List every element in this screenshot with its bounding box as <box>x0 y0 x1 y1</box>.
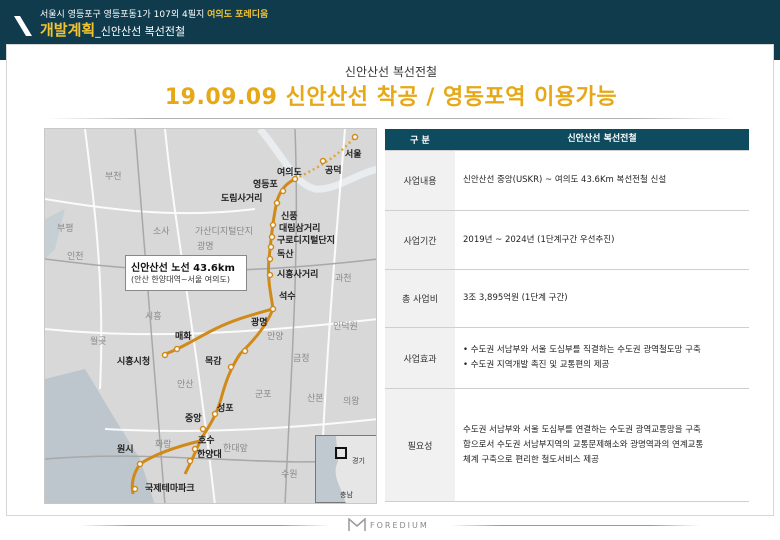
table-header-row: 구 분 신안산선 복선전철 <box>385 129 749 151</box>
footer-brand-text: FOREDIUM <box>370 520 429 530</box>
region-label: 충남 <box>340 491 353 499</box>
row-key: 사업내용 <box>385 151 455 210</box>
station-label: 원시 <box>117 445 134 455</box>
brand-logo-icon <box>14 16 32 36</box>
station-label: 국제테마파크 <box>145 484 195 494</box>
callout-title: 신안산선 노선 43.6km <box>131 263 235 274</box>
region-label: 과천 <box>335 274 352 284</box>
row-line: 수도권 서남부와 서울 도심부를 연결하는 수도권 광역교통망을 구축 <box>463 424 701 435</box>
station-label: 서울 <box>345 150 362 160</box>
table-row: 필요성 수도권 서남부와 서울 도심부를 연결하는 수도권 광역교통망을 구축 … <box>385 389 749 502</box>
row-value: 3조 3,895억원 (1단계 구간) <box>455 270 749 327</box>
station-label: 호수 <box>198 436 215 446</box>
route-callout: 신안산선 노선 43.6km (안산 한양대역~서울 여의도) <box>125 255 247 291</box>
headline-divider <box>47 118 735 119</box>
region-label: 안양 <box>267 332 284 342</box>
row-key: 사업효과 <box>385 328 455 388</box>
row-value: • 수도권 서남부와 서울 도심부를 직결하는 수도권 광역철도망 구축 • 수… <box>455 328 749 388</box>
row-line: 체계 구축으로 편리한 철도서비스 제공 <box>463 454 599 465</box>
station-label: 구로디지털단지 <box>277 236 335 246</box>
region-label: 소사 <box>153 227 170 237</box>
region-label: 의왕 <box>343 397 360 407</box>
station-label: 중앙 <box>185 414 202 424</box>
table-row: 사업내용 신안산선 중앙(USKR) ~ 여의도 43.6Km 복선전철 신설 <box>385 151 749 211</box>
station-label: 목감 <box>205 357 222 367</box>
station-label: 시흥사거리 <box>277 270 319 280</box>
footer-brand: FOREDIUM <box>348 518 429 532</box>
station-label: 광명 <box>251 318 268 328</box>
station-label: 독산 <box>277 250 294 260</box>
table-header-key: 구 분 <box>385 129 455 150</box>
region-label: 시흥 <box>145 312 162 322</box>
row-line: 함으로서 수도권 서남부지역의 교통문제해소와 광명역과의 연계교통 <box>463 439 704 450</box>
page-headline: 19.09.09 신안산선 착공 / 영동포역 이용가능 <box>164 85 618 110</box>
station-label: 한양대 <box>197 450 222 460</box>
row-key: 필요성 <box>385 389 455 501</box>
row-value: 신안산선 중앙(USKR) ~ 여의도 43.6Km 복선전철 신설 <box>455 151 749 210</box>
callout-subtitle: (안산 한양대역~서울 여의도) <box>131 275 230 284</box>
region-label: 부평 <box>57 224 74 234</box>
row-line: 2019년 ~ 2024년 (1단계구간 우선추진) <box>463 234 615 245</box>
station-label: 매화 <box>175 332 192 342</box>
region-label: 수원 <box>281 470 298 480</box>
region-label: 안산 <box>177 380 194 390</box>
title-main: 개발계획 <box>40 21 96 39</box>
content-panel: 신안산선 복선전철 19.09.09 신안산선 착공 / 영동포역 이용가능 부… <box>6 44 774 516</box>
table-header-value: 신안산선 복선전철 <box>455 129 749 150</box>
table-row: 사업기간 2019년 ~ 2024년 (1단계구간 우선추진) <box>385 211 749 270</box>
station-label: 여의도 <box>277 168 302 178</box>
table-row: 사업효과 • 수도권 서남부와 서울 도심부를 직결하는 수도권 광역철도망 구… <box>385 328 749 389</box>
row-value: 수도권 서남부와 서울 도심부를 연결하는 수도권 광역교통망을 구축 함으로서… <box>455 389 749 501</box>
station-label: 도림사거리 <box>221 194 263 204</box>
route-map: 부천 소사 가산디지털단지 광명 인천 과천 부평 인덕원 시흥 월곶 안양 금… <box>44 128 377 504</box>
footer-divider-right <box>450 525 700 526</box>
locator-inset-map: 경기 충남 <box>315 435 376 503</box>
row-key: 사업기간 <box>385 211 455 269</box>
foredium-logo-icon <box>348 518 366 531</box>
region-label: 화랑 <box>155 440 172 450</box>
station-label: 석수 <box>279 292 296 302</box>
station-label: 성포 <box>217 404 234 414</box>
address-highlight: 여의도 포레디움 <box>207 10 269 20</box>
station-label: 공덕 <box>325 166 342 176</box>
title-sub: _신안산선 복선전철 <box>95 25 186 38</box>
region-label: 월곶 <box>90 337 107 347</box>
region-label: 부천 <box>105 172 122 182</box>
region-label: 금정 <box>293 354 310 364</box>
region-label: 한대앞 <box>223 444 248 454</box>
region-label: 군포 <box>255 390 272 400</box>
station-label: 영등포 <box>253 180 278 190</box>
region-label: 인천 <box>67 252 84 262</box>
row-line: • 수도권 서남부와 서울 도심부를 직결하는 수도권 광역철도망 구축 <box>463 345 701 355</box>
footer-divider-left <box>80 525 330 526</box>
row-line: • 수도권 지역개발 촉진 및 교통편의 제공 <box>463 360 610 370</box>
header-title: 개발계획_신안산선 복선전철 <box>40 19 185 40</box>
section-kicker: 신안산선 복선전철 <box>344 65 438 79</box>
region-label: 인덕원 <box>333 322 358 332</box>
region-label: 가산디지털단지 <box>195 227 253 237</box>
region-label: 경기 <box>352 457 365 465</box>
table-row: 총 사업비 3조 3,895억원 (1단계 구간) <box>385 270 749 328</box>
row-line: 3조 3,895억원 (1단계 구간) <box>463 293 568 303</box>
row-value: 2019년 ~ 2024년 (1단계구간 우선추진) <box>455 211 749 269</box>
row-key: 총 사업비 <box>385 270 455 327</box>
station-label: 시흥시청 <box>117 357 151 367</box>
region-label: 산본 <box>307 394 324 404</box>
region-label: 광명 <box>197 242 214 252</box>
row-line: 신안산선 중앙(USKR) ~ 여의도 43.6Km 복선전철 신설 <box>463 175 667 185</box>
project-info-table: 구 분 신안산선 복선전철 사업내용 신안산선 중앙(USKR) ~ 여의도 4… <box>385 129 749 502</box>
